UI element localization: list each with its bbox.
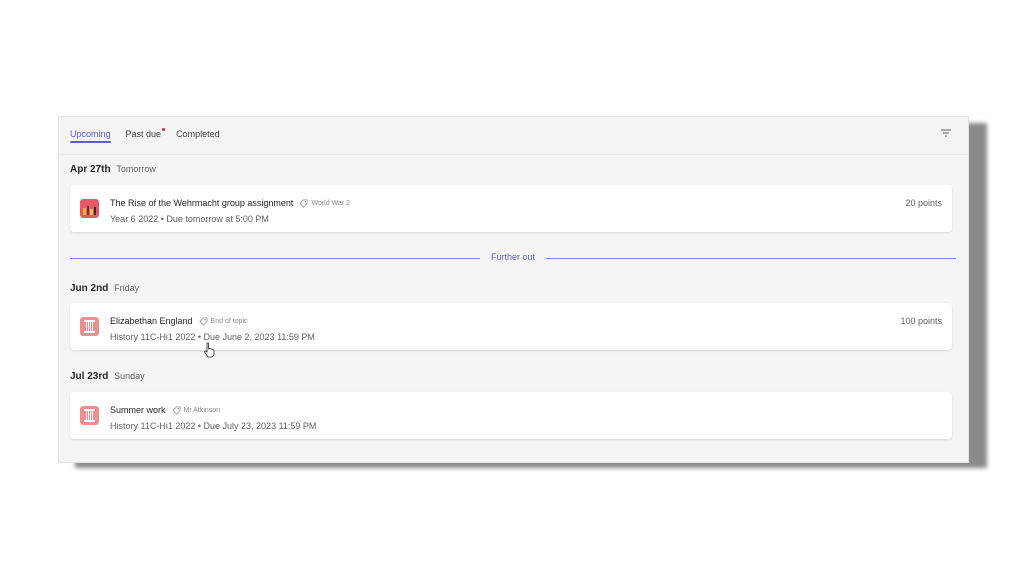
further-out-divider: Further out bbox=[70, 252, 956, 264]
tab-completed[interactable]: Completed bbox=[176, 129, 220, 143]
tab-upcoming-label: Upcoming bbox=[70, 129, 111, 139]
assignment-card[interactable]: Summer work Mr Atkinson History 11C-Hi1 … bbox=[70, 392, 952, 439]
assignment-tag: Mr Atkinson bbox=[183, 406, 221, 414]
assignment-tag: World War 2 bbox=[311, 199, 350, 207]
assignment-title-row: Elizabethan England End of topic bbox=[110, 316, 248, 326]
column-icon bbox=[80, 317, 99, 336]
assignment-meta: History 11C-Hi1 2022 • Due July 23, 2023… bbox=[110, 421, 317, 431]
group-heading: Apr 27th Tomorrow bbox=[70, 164, 156, 175]
class-thumbnail-icon bbox=[80, 199, 99, 218]
assignment-tabs: Upcoming Past due Completed bbox=[70, 128, 220, 143]
assignment-title: Summer work bbox=[110, 405, 166, 415]
group-date: Jul 23rd bbox=[70, 371, 109, 382]
assignment-points: 100 points bbox=[900, 316, 942, 326]
tab-upcoming[interactable]: Upcoming bbox=[70, 129, 111, 143]
filter-icon[interactable] bbox=[940, 127, 952, 139]
assignment-title: Elizabethan England bbox=[110, 316, 193, 326]
assignment-title-row: Summer work Mr Atkinson bbox=[110, 405, 220, 415]
tag-icon bbox=[198, 317, 208, 326]
tab-completed-label: Completed bbox=[176, 129, 220, 139]
tabs-divider bbox=[59, 154, 968, 155]
assignment-meta: History 11C-Hi1 2022 • Due June 2, 2023 … bbox=[110, 332, 315, 342]
assignment-points: 20 points bbox=[905, 198, 942, 208]
tag-icon bbox=[171, 406, 180, 415]
assignment-title-row: The Rise of the Wehrmacht group assignme… bbox=[110, 198, 350, 208]
group-date: Apr 27th bbox=[70, 164, 111, 175]
tag-icon bbox=[299, 199, 308, 208]
column-icon bbox=[80, 406, 99, 425]
alert-dot-icon bbox=[162, 128, 166, 131]
group-heading: Jun 2nd Friday bbox=[70, 283, 139, 294]
tab-past-due-label: Past due bbox=[125, 129, 162, 139]
further-out-label: Further out bbox=[491, 252, 536, 262]
hand-cursor-icon bbox=[203, 342, 215, 358]
assignment-tag: End of topic bbox=[210, 317, 248, 325]
group-day: Friday bbox=[114, 283, 140, 293]
assignment-title: The Rise of the Wehrmacht group assignme… bbox=[110, 198, 294, 208]
group-heading: Jul 23rd Sunday bbox=[70, 371, 145, 382]
group-date: Jun 2nd bbox=[70, 283, 109, 294]
group-day: Sunday bbox=[114, 371, 145, 381]
assignment-card[interactable]: The Rise of the Wehrmacht group assignme… bbox=[70, 185, 952, 232]
assignments-panel: Upcoming Past due Completed Apr 27th Tom… bbox=[58, 116, 969, 463]
divider-line-left bbox=[70, 258, 480, 259]
divider-line-right bbox=[546, 258, 956, 259]
group-day: Tomorrow bbox=[116, 164, 156, 174]
tab-past-due[interactable]: Past due bbox=[125, 128, 166, 143]
assignment-meta: Year 6 2022 • Due tomorrow at 5:00 PM bbox=[110, 214, 269, 224]
